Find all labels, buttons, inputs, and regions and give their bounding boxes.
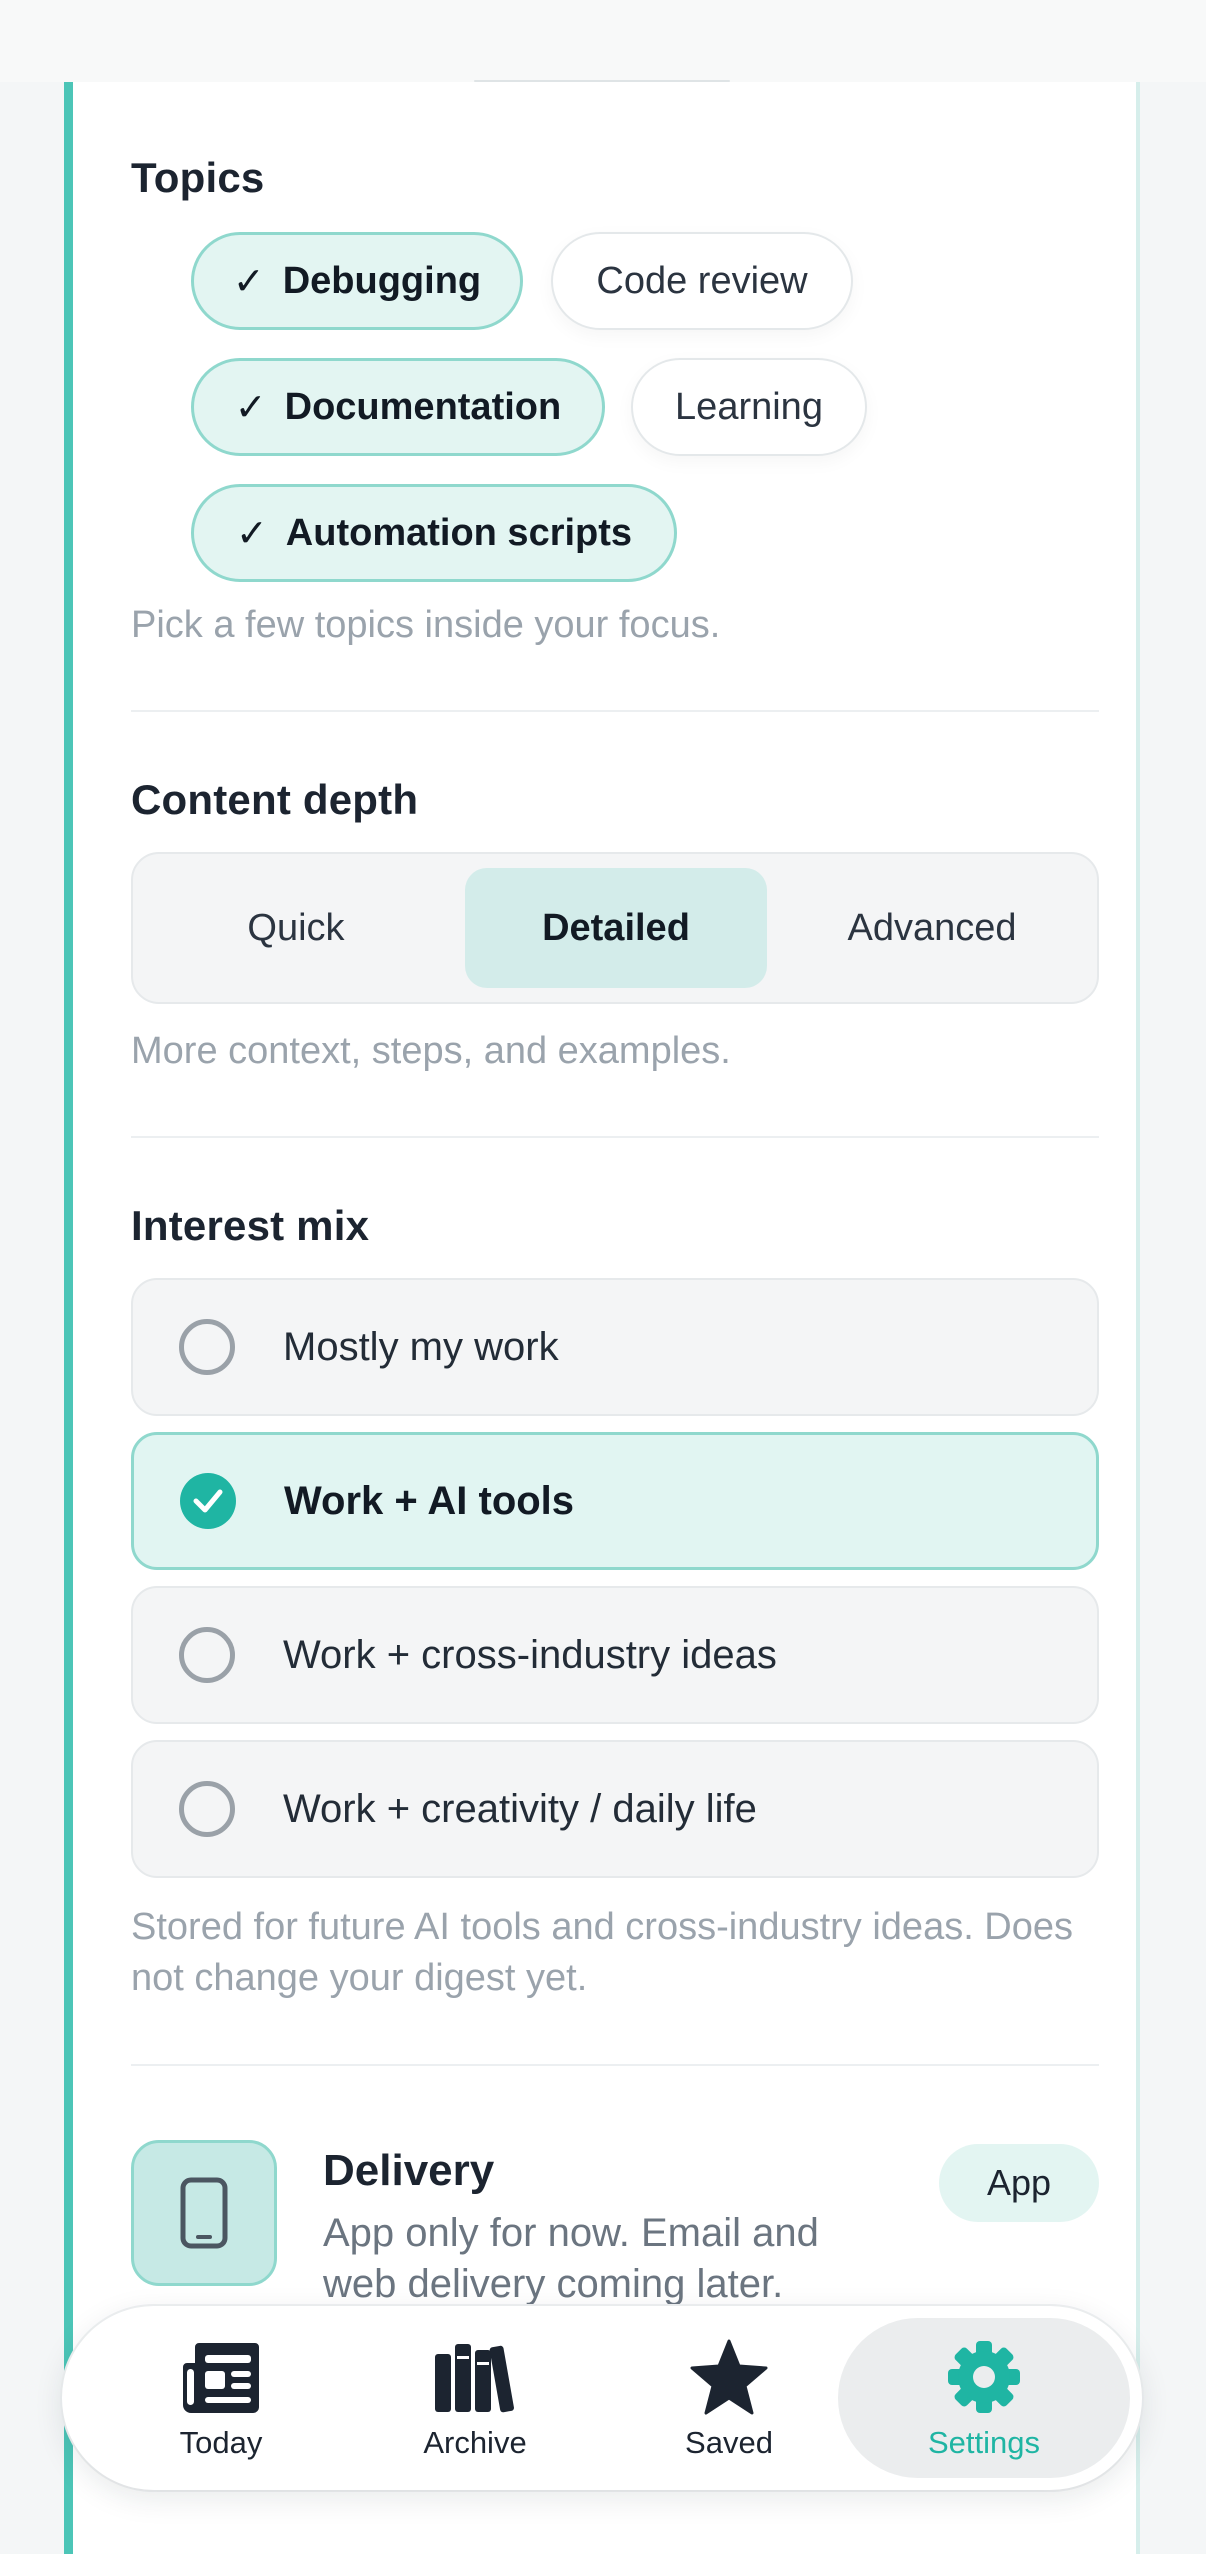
- topics-title: Topics: [131, 154, 265, 201]
- chip-label: Automation scripts: [285, 511, 633, 554]
- divider: [131, 1136, 1099, 1138]
- radio-unchecked-icon: [179, 1319, 235, 1375]
- divider: [131, 710, 1099, 712]
- top-bar: [0, 0, 1206, 82]
- chip-label: Code review: [596, 259, 808, 302]
- chip-debugging[interactable]: ✓ Debugging: [191, 232, 523, 330]
- settings-screen: Topics ✓ Debugging Code review ✓ Documen…: [0, 0, 1206, 2554]
- option-work-ai-tools[interactable]: Work + AI tools: [131, 1432, 1099, 1570]
- check-icon: ✓: [235, 512, 268, 555]
- segment-advanced[interactable]: Advanced: [781, 868, 1083, 988]
- phone-icon: [180, 2177, 228, 2249]
- chip-label: Documentation: [284, 385, 562, 428]
- check-icon: ✓: [232, 260, 265, 303]
- radio-unchecked-icon: [179, 1781, 235, 1837]
- chip-documentation[interactable]: ✓ Documentation: [191, 358, 605, 456]
- tab-label: Saved: [685, 2425, 773, 2460]
- check-icon: ✓: [234, 386, 267, 429]
- radio-checked-icon: [180, 1473, 236, 1529]
- segment-detailed[interactable]: Detailed: [465, 868, 767, 988]
- tab-archive[interactable]: Archive: [344, 2318, 606, 2478]
- content-depth-segmented-control: Quick Detailed Advanced: [131, 852, 1099, 1004]
- tab-label: Today: [179, 2425, 263, 2460]
- gear-icon: [942, 2335, 1026, 2419]
- settings-card: Topics ✓ Debugging Code review ✓ Documen…: [64, 82, 1140, 2554]
- delivery-badge: App: [939, 2144, 1099, 2222]
- segment-quick[interactable]: Quick: [145, 868, 447, 988]
- chip-label: Debugging: [282, 259, 482, 302]
- option-label: Work + creativity / daily life: [283, 1786, 757, 1831]
- topics-helper: Pick a few topics inside your focus.: [131, 604, 721, 646]
- radio-unchecked-icon: [179, 1627, 235, 1683]
- chip-automation-scripts[interactable]: ✓ Automation scripts: [191, 484, 677, 582]
- option-creativity-daily-life[interactable]: Work + creativity / daily life: [131, 1740, 1099, 1878]
- divider: [131, 2064, 1099, 2066]
- books-icon: [433, 2335, 517, 2419]
- option-cross-industry-ideas[interactable]: Work + cross-industry ideas: [131, 1586, 1099, 1724]
- chip-learning[interactable]: Learning: [631, 358, 867, 456]
- delivery-icon-tile: [131, 2140, 277, 2286]
- tab-settings[interactable]: Settings: [838, 2318, 1130, 2478]
- delivery-title: Delivery: [323, 2146, 495, 2195]
- option-label: Mostly my work: [283, 1324, 559, 1369]
- interest-mix-helper: Stored for future AI tools and cross-ind…: [131, 1906, 1074, 1999]
- option-label: Work + cross-industry ideas: [283, 1632, 777, 1677]
- tab-label: Archive: [423, 2425, 527, 2460]
- tab-label: Settings: [927, 2425, 1040, 2460]
- option-mostly-my-work[interactable]: Mostly my work: [131, 1278, 1099, 1416]
- delivery-description: App only for now. Email and web delivery…: [323, 2211, 819, 2306]
- star-icon: [687, 2335, 771, 2419]
- option-label: Work + AI tools: [284, 1478, 575, 1523]
- bottom-tab-bar: Today Archive Saved Settings: [62, 2306, 1142, 2490]
- chip-code-review[interactable]: Code review: [551, 232, 853, 330]
- tab-today[interactable]: Today: [90, 2318, 352, 2478]
- interest-mix-title: Interest mix: [131, 1202, 370, 1249]
- content-depth-helper: More context, steps, and examples.: [131, 1030, 731, 1072]
- chip-label: Learning: [675, 385, 823, 428]
- tab-saved[interactable]: Saved: [598, 2318, 860, 2478]
- content-depth-title: Content depth: [131, 776, 419, 823]
- newspaper-icon: [179, 2335, 263, 2419]
